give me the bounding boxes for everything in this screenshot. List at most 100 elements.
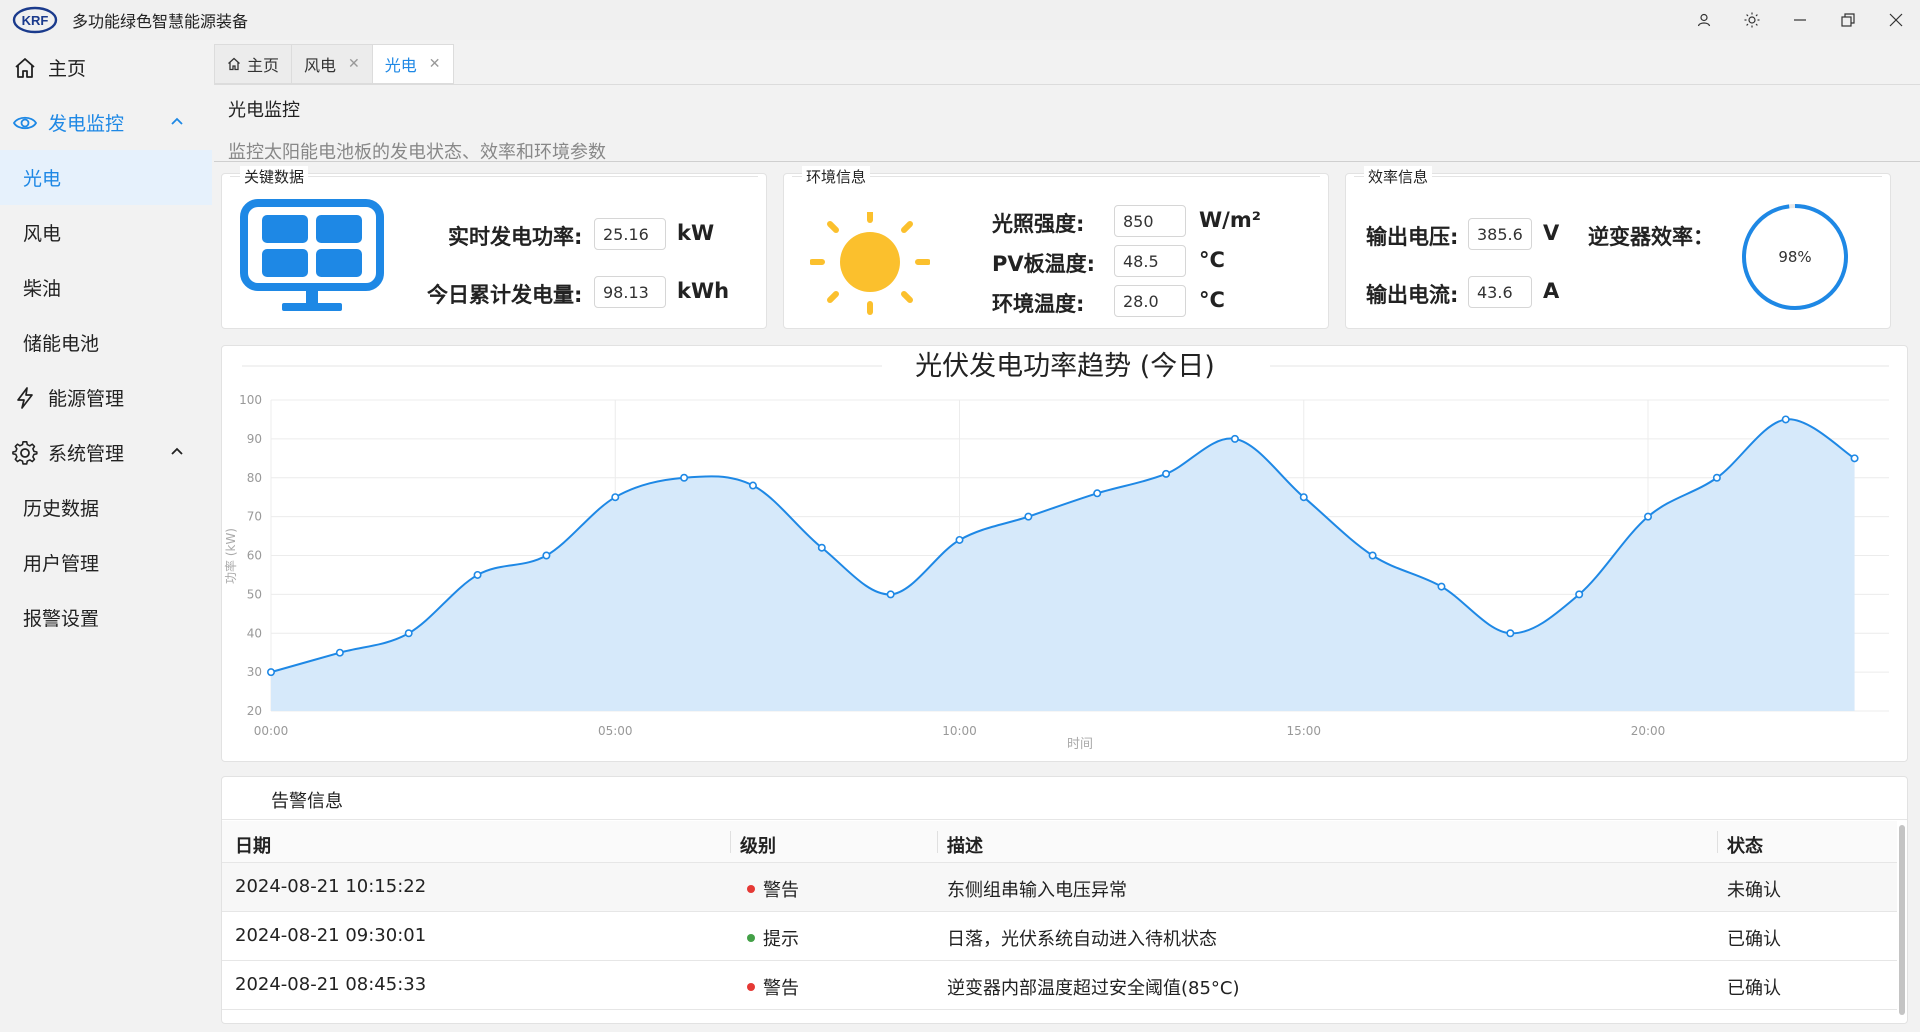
column-header-status[interactable]: 状态 [1727, 832, 1763, 858]
energy-label: 今日累计发电量: [427, 283, 583, 307]
data-point [542, 551, 551, 560]
level-dot [747, 983, 755, 991]
restore-icon[interactable] [1824, 0, 1872, 40]
sidebar-item-wind[interactable]: 风电 [0, 205, 212, 260]
tab-close-icon[interactable]: ✕ [429, 56, 441, 72]
alarm-date: 2024-08-21 08:45:33 [235, 974, 427, 995]
data-point [404, 629, 413, 638]
current-label: 输出电流: [1366, 283, 1459, 307]
alarm-date: 2024-08-21 09:30:01 [235, 925, 427, 946]
data-point [611, 493, 620, 502]
sidebar-item-system-management[interactable]: 系统管理 [0, 425, 212, 480]
theme-icon[interactable] [1728, 0, 1776, 40]
home-icon [228, 57, 240, 71]
app-logo: KRF [12, 6, 58, 34]
level-dot [747, 885, 755, 893]
irradiance-label: 光照强度: [992, 212, 1085, 236]
column-header-description[interactable]: 描述 [947, 832, 983, 858]
lightning-icon [12, 385, 38, 411]
tab-divider [214, 84, 1920, 85]
column-header-date[interactable]: 日期 [235, 832, 271, 858]
x-tick-label: 15:00 [1286, 724, 1321, 738]
sidebar-item-label: 主页 [48, 58, 87, 80]
data-point [1024, 512, 1033, 521]
gear-icon [12, 440, 38, 466]
sidebar-item-energy-management[interactable]: 能源管理 [0, 370, 212, 425]
sidebar: 主页 发电监控 光电 风电 柴油 储能电池 能源管理 系统管理 历史数据 用户管… [0, 40, 212, 1032]
x-tick-label: 05:00 [598, 724, 633, 738]
data-point [1712, 473, 1721, 482]
ambient-label: 环境温度: [992, 292, 1085, 316]
sidebar-item-battery[interactable]: 储能电池 [0, 315, 212, 370]
alarm-date: 2024-08-21 10:15:22 [235, 876, 427, 897]
data-point [748, 481, 757, 490]
alarm-status: 已确认 [1727, 929, 1781, 950]
x-tick-label: 10:00 [942, 724, 977, 738]
data-point [817, 543, 826, 552]
table-row[interactable]: 2024-08-21 08:45:33 警告 逆变器内部温度超过安全阈值(85°… [222, 961, 1897, 1010]
data-point [1506, 629, 1515, 638]
home-icon [12, 55, 38, 81]
alarm-status: 未确认 [1727, 880, 1781, 901]
inverter-efficiency-gauge: 98% [1742, 204, 1848, 310]
tab-wind[interactable]: 风电 ✕ [291, 44, 372, 84]
tab-solar[interactable]: 光电 ✕ [371, 44, 454, 84]
data-point [1437, 582, 1446, 591]
y-tick-label: 30 [247, 665, 262, 679]
sidebar-item-alarm-settings[interactable]: 报警设置 [0, 590, 212, 645]
sidebar-item-home[interactable]: 主页 [0, 40, 212, 95]
sidebar-item-diesel[interactable]: 柴油 [0, 260, 212, 315]
data-point [266, 668, 275, 677]
power-value: 25.16 [594, 218, 666, 250]
data-point [1850, 454, 1859, 463]
user-icon[interactable] [1680, 0, 1728, 40]
sidebar-item-label: 光电 [23, 168, 62, 190]
data-point [680, 473, 689, 482]
y-tick-label: 80 [247, 471, 262, 485]
current-value: 43.6 [1468, 276, 1532, 308]
tab-home[interactable]: 主页 [214, 44, 292, 84]
env-info-panel: 环境信息 光照强度: 850 W/m² PV板温度: 48.5 °C 环境温度:… [783, 166, 1329, 329]
sidebar-item-label: 发电监控 [48, 113, 125, 135]
table-scrollbar[interactable] [1899, 825, 1905, 1015]
page-title: 光电监控 [228, 100, 300, 121]
data-point [1368, 551, 1377, 560]
sidebar-item-solar[interactable]: 光电 [0, 150, 212, 205]
close-icon[interactable] [1872, 0, 1920, 40]
pv-temp-unit: °C [1199, 248, 1225, 272]
column-header-level[interactable]: 级别 [740, 832, 776, 858]
tab-label: 风电 [304, 56, 337, 75]
tab-close-icon[interactable]: ✕ [348, 56, 360, 72]
power-trend-chart: 光伏发电功率趋势 (今日) 20 30 40 50 60 70 80 90 100 00:00 05:… [221, 345, 1908, 762]
power-unit: kW [677, 221, 715, 245]
minimize-icon[interactable] [1776, 0, 1824, 40]
sidebar-item-generation-monitor[interactable]: 发电监控 [0, 95, 212, 150]
data-point [1781, 415, 1790, 424]
table-row[interactable]: 2024-08-21 10:15:22 警告 东侧组串输入电压异常 未确认 [222, 863, 1897, 912]
panel-legend: 效率信息 [1364, 166, 1433, 187]
pv-temp-label: PV板温度: [992, 252, 1096, 276]
sun-icon [810, 212, 930, 315]
sidebar-item-label: 柴油 [23, 278, 62, 300]
voltage-value: 385.6 [1468, 218, 1532, 250]
header-divider [214, 161, 1920, 162]
data-point [1230, 434, 1239, 443]
chevron-up-icon [171, 117, 183, 125]
sidebar-item-label: 系统管理 [48, 443, 125, 465]
table-row[interactable]: 2024-08-21 09:30:01 提示 日落，光伏系统自动进入待机状态 已… [222, 912, 1897, 961]
panel-legend: 关键数据 [240, 166, 309, 187]
alarm-title: 告警信息 [267, 787, 347, 813]
x-axis-label: 时间 [1067, 737, 1093, 752]
sidebar-item-label: 历史数据 [23, 498, 100, 520]
eye-icon [12, 110, 38, 136]
alarm-level: 警告 [747, 876, 799, 902]
irradiance-unit: W/m² [1199, 208, 1261, 232]
table-header: 日期 级别 描述 状态 [222, 821, 1897, 863]
sidebar-item-label: 储能电池 [23, 333, 100, 355]
key-data-panel: 关键数据 实时发电功率: 25.16 kW 今日累计发电量: 98.13 kWh [221, 166, 767, 329]
y-tick-label: 60 [247, 549, 262, 563]
sidebar-item-history[interactable]: 历史数据 [0, 480, 212, 535]
data-point [1162, 469, 1171, 478]
sidebar-item-users[interactable]: 用户管理 [0, 535, 212, 590]
tab-label: 光电 [384, 56, 417, 75]
